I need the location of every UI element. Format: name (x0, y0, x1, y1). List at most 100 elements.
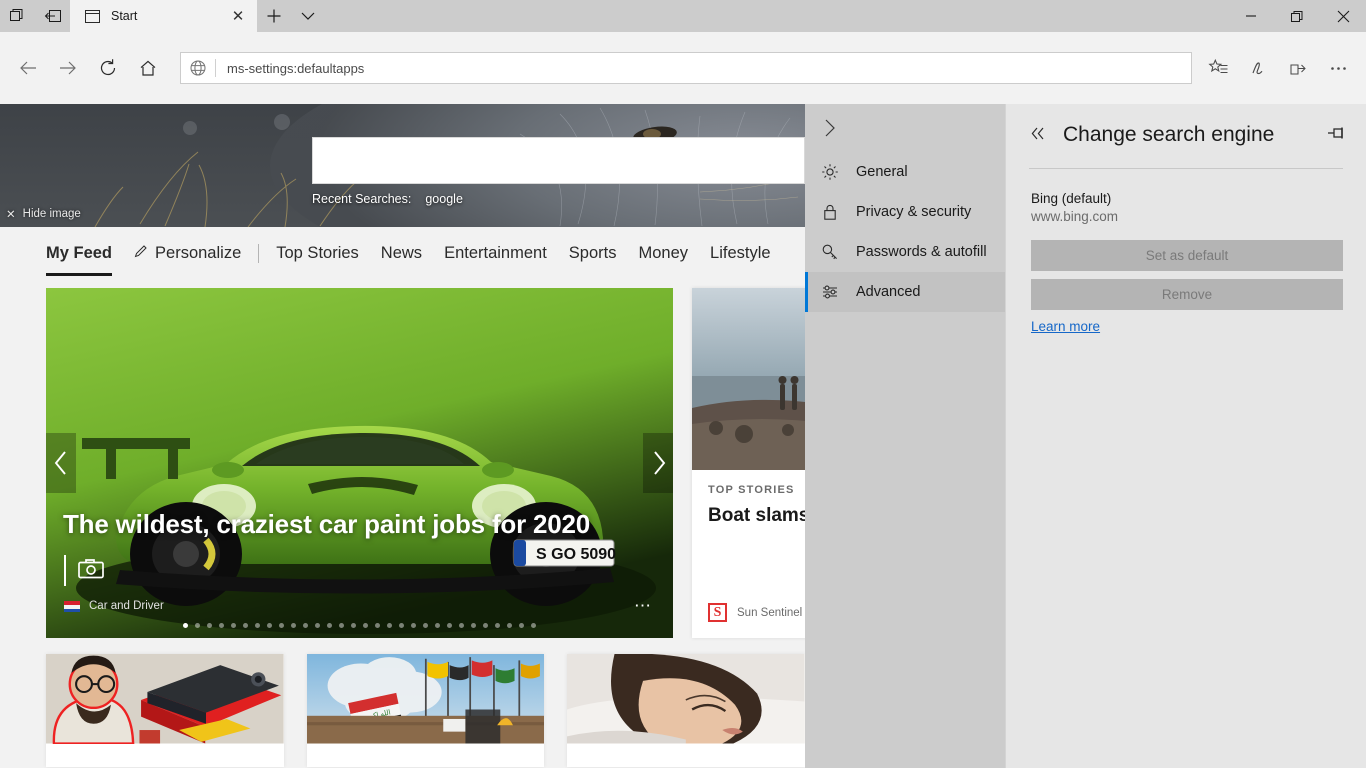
settings-nav-item-passwords-autofill[interactable]: Passwords & autofill (805, 232, 1005, 272)
carousel-dots[interactable] (46, 623, 673, 628)
carousel-dot[interactable] (495, 623, 500, 628)
carousel-next-button[interactable] (643, 433, 673, 493)
carousel-dot[interactable] (375, 623, 380, 628)
globe-icon (181, 53, 215, 83)
feed-card[interactable] (567, 654, 806, 767)
feed-card[interactable]: الله اكبر (306, 654, 545, 767)
settings-nav-item-advanced[interactable]: Advanced (805, 272, 1005, 312)
carousel-dot[interactable] (303, 623, 308, 628)
carousel-dot[interactable] (483, 623, 488, 628)
carousel-dot[interactable] (519, 623, 524, 628)
close-window-icon[interactable] (1320, 0, 1366, 32)
carousel-dot[interactable] (459, 623, 464, 628)
divider (64, 555, 66, 586)
settings-nav-item-general[interactable]: General (805, 152, 1005, 192)
settings-nav-item-label: Privacy & security (856, 204, 972, 220)
web-notes-icon[interactable] (1238, 48, 1278, 88)
carousel-dot[interactable] (507, 623, 512, 628)
feed-personalize-button[interactable]: Personalize (123, 234, 252, 274)
carousel-dot[interactable] (315, 623, 320, 628)
feed-tab-label: Sports (568, 244, 617, 262)
feed-tab-money[interactable]: Money (627, 234, 699, 274)
restore-tabs-icon[interactable] (0, 0, 35, 32)
forward-button[interactable] (48, 48, 88, 88)
card-media-indicator (64, 555, 104, 586)
carousel-dot[interactable] (411, 623, 416, 628)
carousel-dot[interactable] (327, 623, 332, 628)
more-ellipsis-icon[interactable] (1318, 48, 1358, 88)
carousel-dot[interactable] (195, 623, 200, 628)
carousel-dot[interactable] (219, 623, 224, 628)
carousel-dot[interactable] (387, 623, 392, 628)
feed-hero-card[interactable]: S GO 5090 The wildest, craziest car pain… (46, 288, 673, 638)
carousel-prev-button[interactable] (46, 433, 76, 493)
panel-actions: Set as default Remove (1006, 224, 1366, 310)
carousel-dot[interactable] (471, 623, 476, 628)
carousel-dot[interactable] (351, 623, 356, 628)
carousel-dot[interactable] (339, 623, 344, 628)
card-thumbnail (567, 654, 805, 767)
feed-card[interactable] (46, 654, 284, 767)
carousel-dot[interactable] (207, 623, 212, 628)
share-icon[interactable] (1278, 48, 1318, 88)
divider (258, 244, 260, 263)
add-to-favorites-icon[interactable] (1198, 48, 1238, 88)
feed-tab-my-feed[interactable]: My Feed (46, 234, 123, 276)
feed-tab-label: Money (638, 244, 689, 262)
carousel-dot[interactable] (183, 623, 188, 628)
settings-forward-button[interactable] (805, 104, 1005, 152)
pin-icon[interactable] (1326, 125, 1346, 146)
carousel-dot[interactable] (363, 623, 368, 628)
browser-tab[interactable]: Start ✕ (70, 0, 257, 32)
settings-nav-item-privacy-security[interactable]: Privacy & security (805, 192, 1005, 232)
carousel-dot[interactable] (243, 623, 248, 628)
address-bar[interactable]: ms-settings:defaultapps (180, 52, 1192, 84)
search-input[interactable] (312, 137, 805, 184)
feed-tab-label: My Feed (46, 244, 113, 262)
carousel-dot[interactable] (291, 623, 296, 628)
carousel-dot[interactable] (267, 623, 272, 628)
more-ellipsis-icon[interactable]: ⋯ (634, 597, 653, 614)
panel-back-button[interactable] (1029, 125, 1046, 145)
recent-searches-label: Recent Searches: (312, 192, 412, 206)
restore-window-icon[interactable] (1274, 0, 1320, 32)
panel-header: Change search engine (1006, 104, 1366, 166)
carousel-dot[interactable] (279, 623, 284, 628)
close-icon[interactable]: ✕ (225, 3, 251, 29)
feed-tab-news[interactable]: News (370, 234, 433, 274)
settings-nav-item-label: Passwords & autofill (856, 244, 987, 260)
remove-button[interactable]: Remove (1031, 279, 1343, 310)
carousel-dot[interactable] (399, 623, 404, 628)
minimize-icon[interactable] (1228, 0, 1274, 32)
carousel-dot[interactable] (447, 623, 452, 628)
feed-tab-top-stories[interactable]: Top Stories (265, 234, 370, 274)
hide-image-button[interactable]: ✕ Hide image (6, 207, 81, 221)
feed-navigation: My Feed Personalize Top Stories News Ent… (0, 227, 805, 280)
chevron-down-icon[interactable] (291, 0, 325, 32)
recent-search-item[interactable]: google (425, 192, 463, 206)
carousel-dot[interactable] (231, 623, 236, 628)
search-engine-entry[interactable]: Bing (default) www.bing.com (1006, 169, 1366, 224)
search-area: Recent Searches: google (312, 137, 805, 206)
hide-image-label: Hide image (22, 208, 81, 220)
feed-tab-sports[interactable]: Sports (558, 234, 628, 274)
refresh-icon[interactable] (88, 48, 128, 88)
feed-tab-lifestyle[interactable]: Lifestyle (699, 234, 782, 274)
carousel-dot[interactable] (423, 623, 428, 628)
back-button[interactable] (8, 48, 48, 88)
key-icon (820, 243, 839, 262)
new-tab-button[interactable] (257, 0, 291, 32)
set-as-default-button[interactable]: Set as default (1031, 240, 1343, 271)
card-source-name: Sun Sentinel (737, 606, 803, 619)
chevron-right-icon (825, 119, 835, 137)
address-input[interactable]: ms-settings:defaultapps (216, 61, 1191, 76)
carousel-dot[interactable] (255, 623, 260, 628)
set-tabs-aside-icon[interactable] (35, 0, 70, 32)
carousel-dot[interactable] (435, 623, 440, 628)
browser-toolbar: ms-settings:defaultapps (0, 32, 1366, 104)
learn-more-link[interactable]: Learn more (1006, 313, 1100, 334)
feed-tab-entertainment[interactable]: Entertainment (433, 234, 558, 274)
home-icon[interactable] (128, 48, 168, 88)
carousel-dot[interactable] (531, 623, 536, 628)
svg-text:S GO 5090: S GO 5090 (536, 546, 616, 563)
